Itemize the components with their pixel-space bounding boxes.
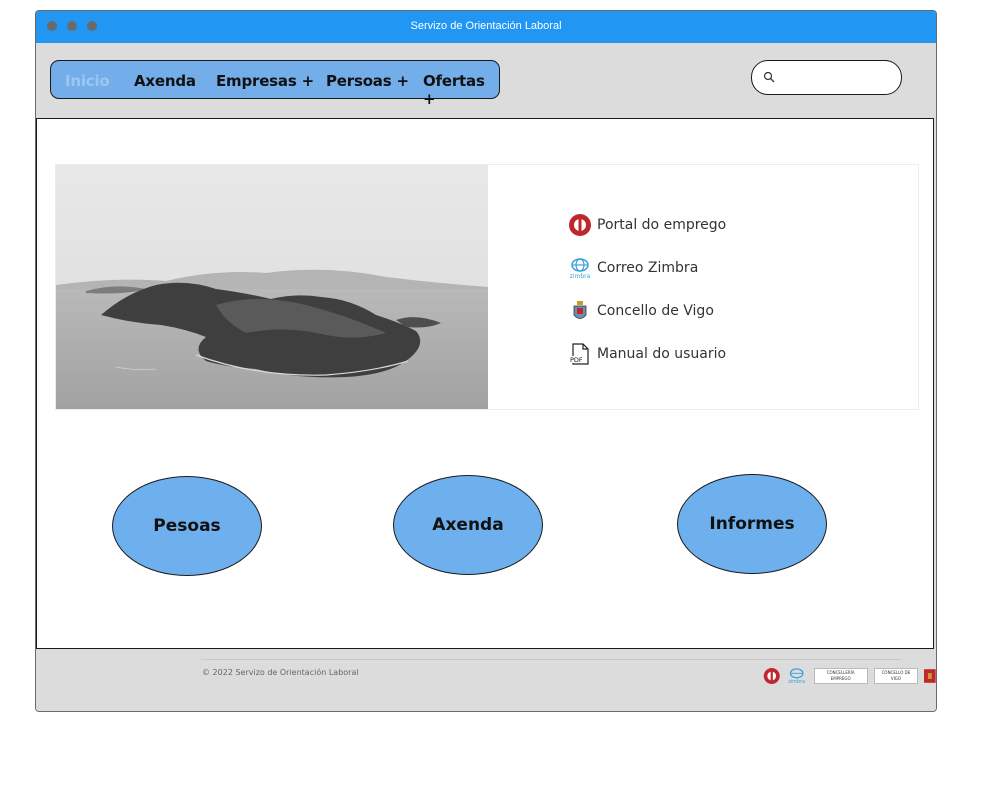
axenda-button[interactable]: Axenda <box>393 475 543 575</box>
nav-item-inicio[interactable]: Inicio <box>65 72 110 90</box>
pdf-icon-text: PDF <box>570 356 583 364</box>
vigo-flag-icon[interactable] <box>924 669 936 683</box>
nav-item-ofertas[interactable]: Ofertas + <box>423 72 499 108</box>
nav-item-empresas[interactable]: Empresas + <box>216 72 314 90</box>
portal-emprego-footer-icon[interactable] <box>763 667 780 685</box>
pesoas-button-label: Pesoas <box>153 516 221 536</box>
concelleria-emprego-badge[interactable]: CONCELLERÍA EMPREGO <box>813 668 868 684</box>
search-icon[interactable] <box>763 71 775 83</box>
portal-emprego-logo-icon <box>569 214 591 236</box>
footer-logos: zimbra CONCELLERÍA EMPREGO CONCELLO DE V… <box>763 666 936 686</box>
axenda-button-label: Axenda <box>432 515 504 535</box>
link-portal-emprego[interactable]: Portal do emprego <box>568 212 726 238</box>
zimbra-logo-text: zimbra <box>570 273 591 280</box>
search-box <box>751 60 902 95</box>
informes-button[interactable]: Informes <box>677 474 827 574</box>
browser-window: Servizo de Orientación Laboral Inicio Ax… <box>35 10 937 712</box>
title-bar: Servizo de Orientación Laboral <box>36 11 936 43</box>
main-nav: Inicio Axenda Empresas + Persoas + Ofert… <box>50 60 500 108</box>
nav-item-axenda[interactable]: Axenda <box>134 72 196 90</box>
link-label-portal-emprego: Portal do emprego <box>597 217 727 233</box>
copyright-text: © 2022 Servizo de Orientación Laboral <box>202 668 359 677</box>
hero-panel: Portal do emprego zimbra Correo Zimbra C… <box>55 164 919 410</box>
link-label-correo-zimbra: Correo Zimbra <box>597 260 699 276</box>
island-photo <box>56 165 488 409</box>
footer-divider <box>201 659 901 660</box>
link-concello-vigo[interactable]: Concello de Vigo <box>568 298 714 324</box>
pdf-file-icon: PDF <box>569 343 589 365</box>
main-content: Portal do emprego zimbra Correo Zimbra C… <box>36 118 934 649</box>
zimbra-footer-icon[interactable]: zimbra <box>786 667 807 685</box>
nav-item-persoas[interactable]: Persoas + <box>326 72 409 90</box>
search-input[interactable] <box>780 67 894 89</box>
link-label-concello-vigo: Concello de Vigo <box>597 303 714 319</box>
page-footer: © 2022 Servizo de Orientación Laboral zi… <box>36 651 936 711</box>
link-label-manual-usuario: Manual do usuario <box>597 346 727 362</box>
zimbra-logo-icon: zimbra <box>570 258 591 280</box>
pesoas-button[interactable]: Pesoas <box>112 476 262 576</box>
link-manual-usuario[interactable]: PDF Manual do usuario <box>568 341 726 367</box>
vigo-coat-of-arms-icon <box>573 301 587 319</box>
concello-vigo-badge[interactable]: CONCELLO DE VIGO <box>873 668 919 684</box>
informes-button-label: Informes <box>709 514 795 534</box>
zimbra-footer-text: zimbra <box>789 679 806 685</box>
link-correo-zimbra[interactable]: zimbra Correo Zimbra <box>568 255 698 281</box>
window-title: Servizo de Orientación Laboral <box>410 20 562 32</box>
